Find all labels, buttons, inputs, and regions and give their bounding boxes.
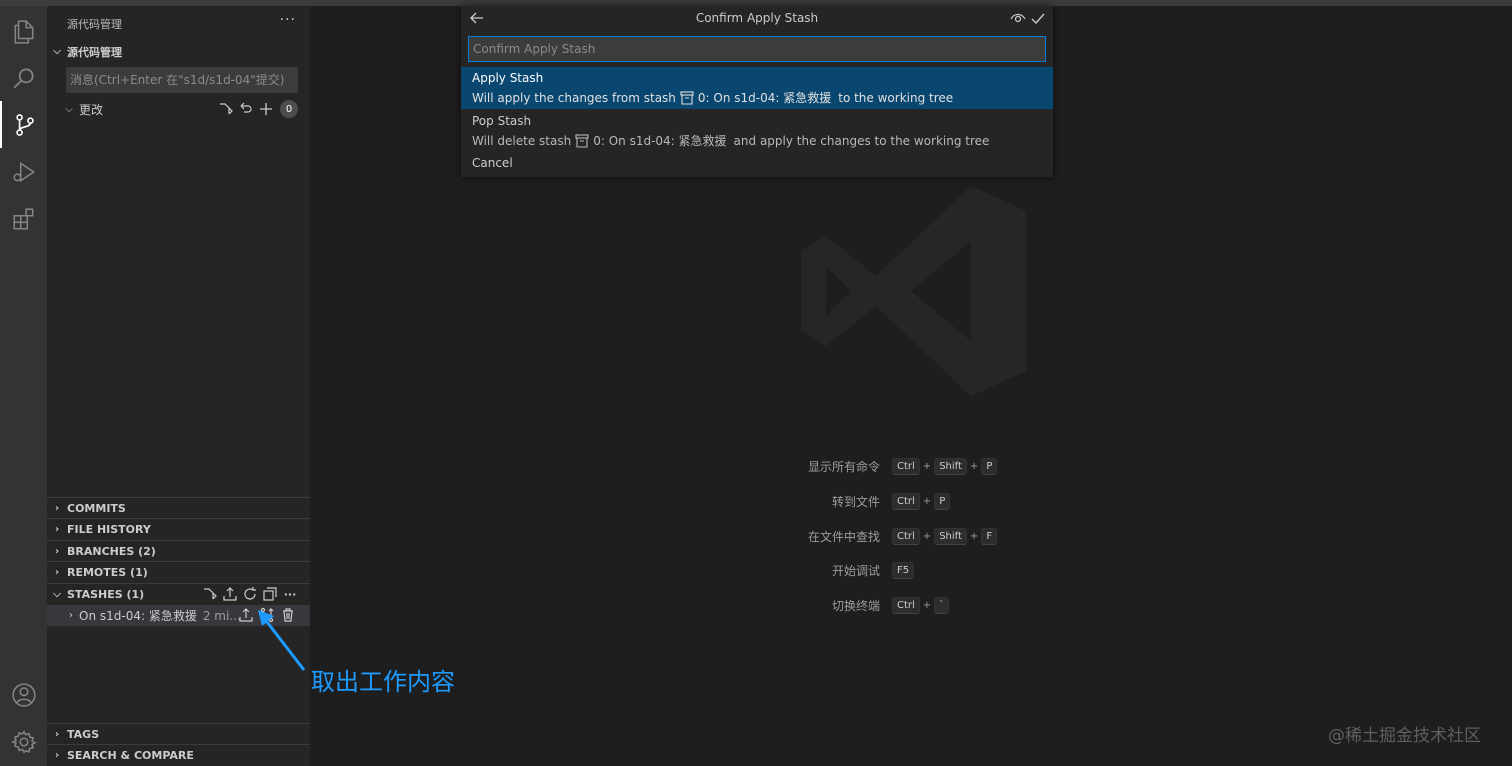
search-compare-section-header[interactable]: › SEARCH & COMPARE [47, 744, 310, 765]
chevron-right-icon: › [54, 523, 60, 535]
section-label: STASHES (1) [67, 587, 145, 601]
branches-section-header[interactable]: › BRANCHES (2) [47, 540, 310, 561]
shortcut-row: 转到文件 Ctrl + P [750, 491, 1050, 511]
stash-time: 2 mi... [202, 608, 241, 623]
chevron-down-icon: ⌵ [53, 46, 61, 57]
chevron-right-icon: › [54, 749, 60, 761]
section-label: COMMITS [67, 501, 126, 515]
key-cap: ` [934, 596, 950, 614]
key-cap: Shift [934, 457, 967, 475]
detail-stash: 0: On s1d-04: 紧急救援 [593, 134, 727, 148]
account-icon [11, 682, 36, 707]
detail-prefix: Will delete stash [472, 134, 572, 148]
stash-name: On s1d-04: 紧急救援 [79, 609, 197, 623]
shortcut-row: 在文件中查找 Ctrl + Shift + F [750, 526, 1050, 546]
section-label: TAGS [67, 727, 100, 741]
shortcut-row: 开始调试 F5 [750, 560, 1050, 580]
shortcut-row: 显示所有命令 Ctrl + Shift + P [750, 456, 1050, 476]
shortcut-label: 在文件中查找 [807, 529, 880, 544]
option-detail: Will delete stash 0: On s1d-04: 紧急救援 and… [472, 131, 1053, 151]
stash-save-icon[interactable] [202, 586, 218, 602]
gear-icon [10, 729, 37, 754]
plus-icon[interactable] [258, 101, 274, 117]
archive-icon [574, 133, 590, 149]
pop-stash-option[interactable]: Pop Stash Will delete stash 0: On s1d-04… [461, 110, 1053, 152]
chevron-right-icon: › [54, 728, 60, 740]
chevron-right-icon: › [54, 502, 60, 514]
annotation-arrow-icon [258, 610, 306, 671]
quickpick-title: Confirm Apply Stash [695, 11, 819, 25]
commits-section-header[interactable]: › COMMITS [47, 497, 310, 518]
key-cap: F5 [892, 561, 915, 579]
chevron-down-icon: ⌵ [53, 588, 61, 600]
detail-suffix: to the working tree [838, 91, 954, 105]
accounts-button[interactable] [0, 671, 47, 718]
chevron-down-icon: ⌵ [65, 103, 73, 115]
run-debug-icon [12, 161, 35, 182]
discard-icon[interactable] [238, 101, 254, 117]
search-icon [13, 67, 34, 88]
files-icon [14, 19, 33, 44]
shortcut-label: 开始调试 [831, 563, 880, 578]
section-label: SEARCH & COMPARE [67, 748, 194, 762]
option-label: Pop Stash [472, 114, 532, 128]
section-label: REMOTES (1) [67, 565, 148, 579]
key-cap: Shift [934, 527, 967, 545]
source-control-icon [15, 113, 34, 136]
section-title: 源代码管理 [67, 45, 122, 59]
cancel-option[interactable]: Cancel [461, 153, 1053, 175]
stash-apply-icon[interactable] [222, 586, 238, 602]
chevron-right-icon: › [54, 545, 60, 557]
manage-button[interactable] [0, 718, 47, 765]
option-label: Apply Stash [472, 71, 544, 85]
key-cap: F [981, 527, 998, 545]
detail-suffix: and apply the changes to the working tre… [733, 134, 990, 148]
shortcut-label: 显示所有命令 [807, 459, 880, 474]
check-icon[interactable] [1030, 9, 1046, 27]
apply-stash-option[interactable]: Apply Stash Will apply the changes from … [461, 67, 1053, 109]
chevron-right-icon: › [69, 610, 73, 621]
shortcut-label: 转到文件 [831, 494, 880, 509]
section-label: FILE HISTORY [67, 522, 151, 536]
remotes-section-header[interactable]: › REMOTES (1) [47, 561, 310, 582]
detail-prefix: Will apply the changes from stash [472, 91, 676, 105]
sidebar-title: 源代码管理 [67, 18, 122, 31]
search-button[interactable] [0, 54, 47, 101]
run-debug-button[interactable] [0, 148, 47, 195]
key-cap: Ctrl [892, 527, 920, 545]
more-actions-button[interactable]: ··· [280, 12, 296, 28]
corner-watermark: @稀土掘金技术社区 [1328, 726, 1481, 746]
source-control-section-header[interactable]: ⌵ 源代码管理 [47, 41, 310, 62]
changes-count-badge: 0 [280, 100, 298, 118]
extensions-icon [12, 207, 33, 230]
commit-message-input[interactable] [66, 67, 298, 93]
changes-label: 更改 [79, 102, 104, 117]
key-cap: Ctrl [892, 596, 920, 614]
key-cap: Ctrl [892, 457, 920, 475]
key-cap: Ctrl [892, 492, 920, 510]
extensions-button[interactable] [0, 195, 47, 242]
option-label: Cancel [472, 156, 513, 170]
changes-group[interactable]: ⌵ 更改 0 [47, 98, 310, 120]
section-label: BRANCHES (2) [67, 544, 156, 558]
tags-section-header[interactable]: › TAGS [47, 723, 310, 744]
source-control-button[interactable] [0, 101, 47, 148]
option-detail: Will apply the changes from stash 0: On … [472, 88, 1053, 108]
quickpick-input[interactable] [468, 36, 1046, 62]
chevron-right-icon: › [54, 566, 60, 578]
eye-icon[interactable] [1010, 9, 1026, 27]
key-cap: P [934, 492, 951, 510]
activity-bar [0, 6, 47, 766]
confirm-apply-stash-quickpick: Confirm Apply Stash Apply Stash Will app… [461, 6, 1053, 177]
annotation-text: 取出工作内容 [311, 668, 455, 696]
detail-stash: 0: On s1d-04: 紧急救援 [697, 91, 832, 105]
explorer-button[interactable] [0, 8, 47, 55]
archive-icon [679, 90, 695, 106]
vscode-logo-watermark-icon [801, 186, 1026, 396]
stash-changes-icon[interactable] [218, 101, 234, 117]
shortcut-row: 切换终端 Ctrl + ` [750, 595, 1050, 615]
key-cap: P [981, 457, 998, 475]
shortcut-label: 切换终端 [831, 598, 880, 613]
file-history-section-header[interactable]: › FILE HISTORY [47, 518, 310, 539]
